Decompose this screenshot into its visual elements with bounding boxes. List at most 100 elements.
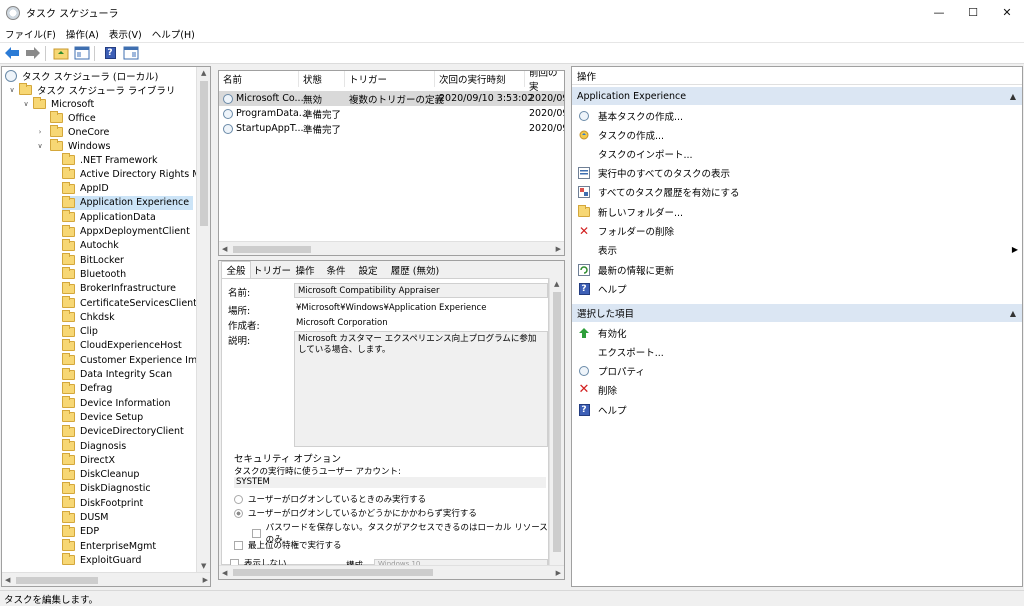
menu-help[interactable]: ヘルプ(H) xyxy=(147,27,200,41)
action-view[interactable]: 表示 ▶ xyxy=(572,240,1022,259)
tree-item[interactable]: DiskDiagnostic xyxy=(62,481,151,496)
scroll-right-arrow-icon[interactable]: ▶ xyxy=(556,569,561,577)
scroll-right-arrow-icon[interactable]: ▶ xyxy=(556,245,561,253)
section-application-experience[interactable]: Application Experience ▲ xyxy=(572,87,1022,105)
tree-item[interactable]: CloudExperienceHost xyxy=(62,338,182,353)
tree-item[interactable]: BrokerInfrastructure xyxy=(62,281,176,296)
tree-item[interactable]: Chkdsk xyxy=(62,310,115,324)
task-list-horizontal-scrollbar[interactable]: ◀ ▶ xyxy=(219,241,564,255)
expand-chevron-icon[interactable]: ∨ xyxy=(36,139,44,153)
action-help[interactable]: ? ヘルプ xyxy=(572,279,1022,298)
scroll-right-arrow-icon[interactable]: ▶ xyxy=(203,576,208,584)
tab-history[interactable]: 履歴 (無効) xyxy=(385,261,445,278)
tree-item[interactable]: Active Directory Rights Manag xyxy=(62,167,210,181)
action-create-task[interactable]: タスクの作成... xyxy=(572,125,1022,144)
tree-item[interactable]: AppID xyxy=(62,181,109,196)
action-export[interactable]: エクスポート... xyxy=(572,342,1022,361)
action-enable[interactable]: 有効化 xyxy=(572,323,1022,342)
show-hide-console-tree-button[interactable] xyxy=(73,44,91,62)
tree-item[interactable]: EDP xyxy=(62,524,99,539)
checkbox[interactable] xyxy=(252,528,261,538)
action-enable-all-history[interactable]: すべてのタスク履歴を有効にする xyxy=(572,182,1022,201)
show-hide-action-pane-button[interactable] xyxy=(122,44,140,62)
tree-item[interactable]: DUSM xyxy=(62,510,109,525)
action-delete[interactable]: ✕ 削除 xyxy=(572,380,1022,399)
menu-file[interactable]: ファイル(F) xyxy=(0,27,61,41)
collapse-chevron-icon[interactable]: › xyxy=(36,125,44,139)
back-button[interactable] xyxy=(3,44,21,62)
collapse-up-icon[interactable]: ▲ xyxy=(1010,92,1016,101)
detail-vertical-scrollbar[interactable]: ▲ xyxy=(549,278,564,565)
option-highest-privileges[interactable]: 最上位の特権で実行する xyxy=(234,539,342,551)
action-display-running-tasks[interactable]: 実行中のすべてのタスクの表示 xyxy=(572,163,1022,182)
detail-hscroll-thumb[interactable] xyxy=(233,569,433,576)
tab-settings[interactable]: 設定 xyxy=(353,261,383,278)
menu-view[interactable]: 表示(V) xyxy=(104,27,147,41)
task-row[interactable]: ProgramData...準備完了 2020/09/ xyxy=(219,106,564,121)
tree-office[interactable]: Office xyxy=(50,111,96,125)
description-field[interactable]: Microsoft カスタマー エクスペリエンス向上プログラムに参加している場合… xyxy=(294,331,548,447)
action-create-basic-task[interactable]: 基本タスクの作成... xyxy=(572,106,1022,125)
column-header-trigger[interactable]: トリガー xyxy=(345,71,435,87)
minimize-button[interactable]: — xyxy=(922,0,956,25)
tree-item[interactable]: Bluetooth xyxy=(62,267,126,281)
forward-button[interactable] xyxy=(24,44,42,62)
scroll-left-arrow-icon[interactable]: ◀ xyxy=(222,245,227,253)
tree-library[interactable]: ∨ タスク スケジューラ ライブラリ xyxy=(8,83,175,97)
tree-item[interactable]: Application Experience xyxy=(62,195,194,210)
tree-item[interactable]: Device Information xyxy=(62,396,171,410)
column-header-last-run[interactable]: 前回の実 xyxy=(525,71,564,93)
column-header-next-run[interactable]: 次回の実行時刻 xyxy=(435,71,525,87)
name-field[interactable]: Microsoft Compatibility Appraiser xyxy=(294,283,548,298)
tree-item[interactable]: AppxDeploymentClient xyxy=(62,224,190,239)
tree-item[interactable]: DeviceDirectoryClient xyxy=(62,424,184,439)
expand-chevron-icon[interactable]: ∨ xyxy=(8,83,16,97)
option-run-whether-logged-on[interactable]: ユーザーがログオンしているかどうかにかかわらず実行する xyxy=(234,507,477,519)
tree-item[interactable]: Clip xyxy=(62,324,98,339)
task-row[interactable]: Microsoft Co... 無効 複数のトリガーの定義 2020/09/10 3:… xyxy=(219,91,564,106)
option-run-only-logged-on[interactable]: ユーザーがログオンしているときのみ実行する xyxy=(234,493,426,505)
scroll-up-arrow-icon[interactable]: ▲ xyxy=(554,280,559,288)
tree-item[interactable]: CertificateServicesClient xyxy=(62,296,197,310)
collapse-up-icon[interactable]: ▲ xyxy=(1010,309,1016,318)
tree-item[interactable]: DirectX xyxy=(62,453,115,467)
tree-horizontal-scrollbar[interactable]: ◀ ▶ xyxy=(2,572,210,586)
tab-conditions[interactable]: 条件 xyxy=(321,261,351,278)
action-refresh[interactable]: 最新の情報に更新 xyxy=(572,260,1022,279)
scroll-left-arrow-icon[interactable]: ◀ xyxy=(222,569,227,577)
action-delete-folder[interactable]: ✕ フォルダーの削除 xyxy=(572,221,1022,240)
scroll-down-arrow-icon[interactable]: ▼ xyxy=(201,562,206,570)
tab-triggers[interactable]: トリガー xyxy=(253,261,291,278)
tree-item[interactable]: Customer Experience Improv xyxy=(62,353,210,367)
tree-item[interactable]: Defrag xyxy=(62,381,112,396)
tree-item[interactable]: Device Setup xyxy=(62,410,143,424)
tree-item[interactable]: Autochk xyxy=(62,238,119,253)
radio-button[interactable] xyxy=(234,494,243,504)
tree-windows[interactable]: ∨ Windows xyxy=(36,139,110,153)
tree-vertical-scrollbar[interactable]: ▲ ▼ xyxy=(196,67,210,572)
tree-hscroll-thumb[interactable] xyxy=(16,577,98,584)
radio-button-selected[interactable] xyxy=(234,508,243,518)
action-help-selected[interactable]: ? ヘルプ xyxy=(572,400,1022,419)
tree-item[interactable]: DiskCleanup xyxy=(62,467,139,482)
detail-horizontal-scrollbar[interactable]: ◀ ▶ xyxy=(219,565,564,579)
scroll-up-arrow-icon[interactable]: ▲ xyxy=(201,69,206,77)
action-new-folder[interactable]: 新しいフォルダー... xyxy=(572,202,1022,221)
task-list-hscroll-thumb[interactable] xyxy=(233,246,311,253)
task-row[interactable]: StartupAppT...準備完了 2020/09/ xyxy=(219,121,564,136)
tree-onecore[interactable]: › OneCore xyxy=(36,125,109,139)
tree-vscroll-thumb[interactable] xyxy=(200,81,208,226)
checkbox[interactable] xyxy=(234,540,243,550)
up-folder-button[interactable] xyxy=(52,44,70,62)
tree-item[interactable]: .NET Framework xyxy=(62,153,158,167)
tree-item[interactable]: Data Integrity Scan xyxy=(62,367,172,382)
help-toolbar-button[interactable]: ? xyxy=(101,44,119,62)
tree-item[interactable]: ExploitGuard xyxy=(62,553,141,567)
run-as-account-field[interactable]: SYSTEM xyxy=(234,477,546,488)
tree-item[interactable]: EnterpriseMgmt xyxy=(62,539,156,553)
action-properties[interactable]: プロパティ xyxy=(572,361,1022,380)
tree-item[interactable]: Diagnosis xyxy=(62,439,126,453)
tab-actions[interactable]: 操作 xyxy=(291,261,319,278)
action-import-task[interactable]: タスクのインポート... xyxy=(572,144,1022,163)
tree-root[interactable]: タスク スケジューラ (ローカル) xyxy=(5,69,158,83)
